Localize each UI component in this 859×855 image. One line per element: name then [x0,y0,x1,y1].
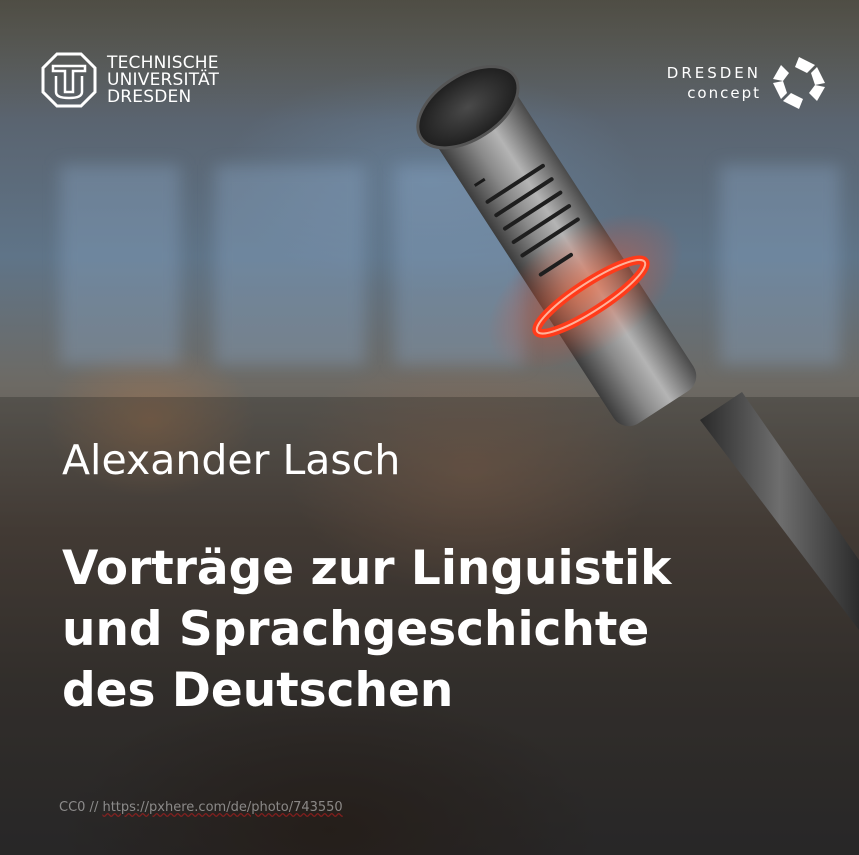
microphone-stem [700,392,859,630]
dresden-concept-emblem-icon [773,57,825,109]
tu-dresden-logo: TECHNISCHE UNIVERSITÄT DRESDEN [41,52,219,108]
tu-logo-line: DRESDEN [107,86,192,107]
tu-dresden-emblem-icon [41,52,97,108]
title-line: des Deutschen [62,663,454,718]
dresden-concept-logo: DRESDEN concept [667,55,827,111]
lecture-title: Vorträge zur Linguistik und Sprachgeschi… [62,538,671,721]
title-line: und Sprachgeschichte [62,602,650,657]
credit-url-link[interactable]: https://pxhere.com/de/photo/743550 [102,800,342,815]
dc-logo-line2: concept [687,84,761,102]
image-credit: CC0 // https://pxhere.com/de/photo/74355… [59,800,343,815]
title-line: Vorträge zur Linguistik [62,541,672,596]
cover-image: TECHNISCHE UNIVERSITÄT DRESDEN DRESDEN c… [0,0,859,855]
dc-logo-line1: DRESDEN [666,64,761,82]
microphone-icon [416,65,859,630]
author-name: Alexander Lasch [62,436,401,484]
tu-logo-line: UNIVERSITÄT [107,69,220,90]
tu-logo-line: TECHNISCHE [107,52,219,73]
credit-license: CC0 // [59,800,103,815]
